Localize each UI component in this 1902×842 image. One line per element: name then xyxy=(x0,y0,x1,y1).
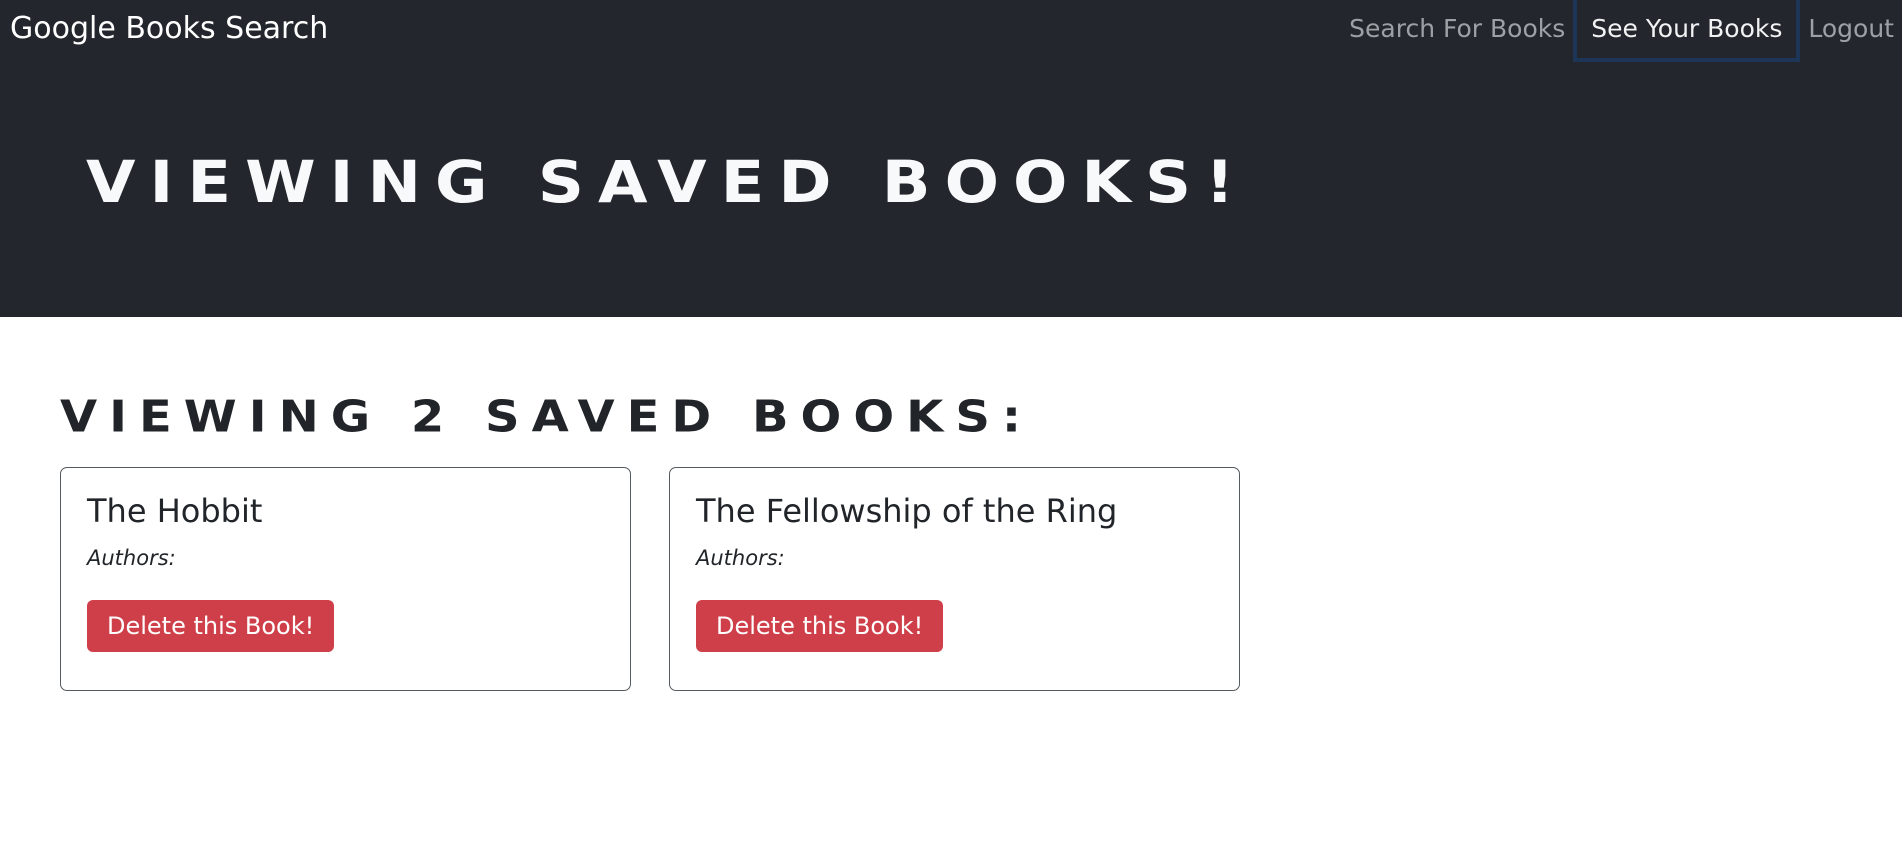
delete-book-button[interactable]: Delete this Book! xyxy=(696,600,944,652)
book-authors: Authors: xyxy=(87,546,176,570)
nav-search-for-books[interactable]: Search For Books xyxy=(1341,0,1573,62)
delete-book-button[interactable]: Delete this Book! xyxy=(87,600,335,652)
book-card: The Fellowship of the Ring Authors: Dele… xyxy=(669,467,1240,691)
top-navbar: Google Books Search Search For Books See… xyxy=(0,0,1902,62)
brand-link[interactable]: Google Books Search xyxy=(10,11,328,46)
hero-title: VIEWING SAVED BOOKS! xyxy=(86,150,1249,217)
book-cards: The Hobbit Authors: Delete this Book! Th… xyxy=(60,467,1240,691)
book-card: The Hobbit Authors: Delete this Book! xyxy=(60,467,631,691)
book-title: The Hobbit xyxy=(87,492,263,530)
page: Google Books Search Search For Books See… xyxy=(0,0,1902,842)
saved-count-heading: VIEWING 2 SAVED BOOKS: xyxy=(60,392,1034,443)
nav-links: Search For Books See Your Books Logout xyxy=(1341,0,1902,62)
hero-banner: VIEWING SAVED BOOKS! xyxy=(0,62,1902,317)
book-title: The Fellowship of the Ring xyxy=(696,492,1118,530)
nav-logout[interactable]: Logout xyxy=(1800,0,1902,62)
book-authors: Authors: xyxy=(696,546,785,570)
nav-see-your-books[interactable]: See Your Books xyxy=(1573,0,1801,62)
